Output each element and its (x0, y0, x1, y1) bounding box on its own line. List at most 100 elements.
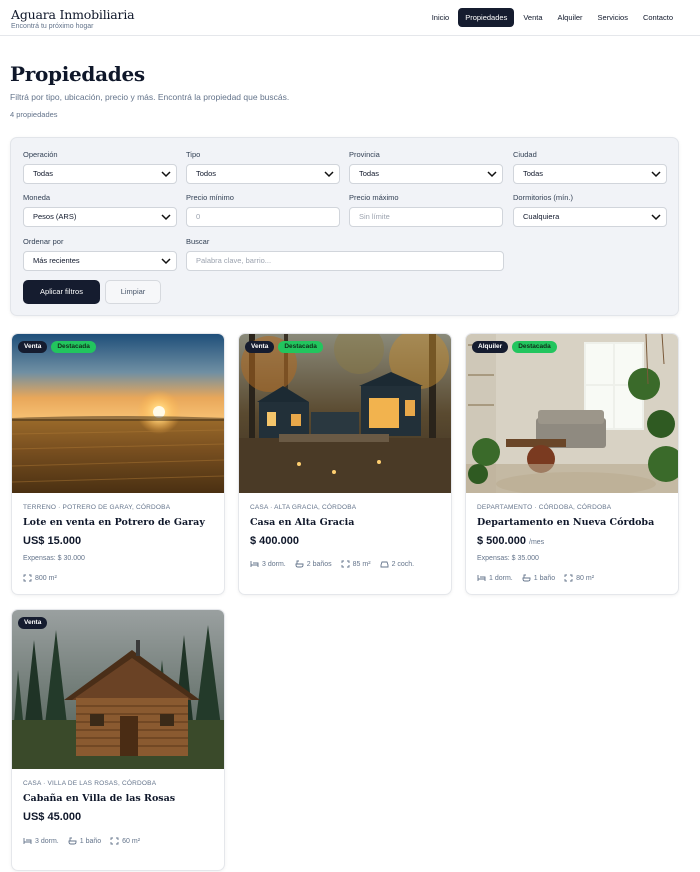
provincia-select[interactable]: Todas (349, 164, 503, 184)
card-title[interactable]: Departamento en Nueva Córdoba (477, 517, 654, 528)
card-price: US$ 15.000 (23, 535, 81, 547)
orden-value: Más recientes (33, 256, 80, 265)
moneda-value: Pesos (ARS) (33, 212, 77, 221)
filter-provincia-label: Provincia (349, 150, 380, 159)
card-specs: 800 m² (23, 574, 57, 582)
area-icon (341, 560, 350, 568)
badges: Alquiler Destacada (472, 341, 557, 353)
filter-precio-max-label: Precio máximo (349, 193, 399, 202)
chevron-down-icon (487, 171, 497, 178)
filter-orden-label: Ordenar por (23, 237, 64, 246)
bed-icon (477, 575, 486, 581)
nav-alquiler[interactable]: Alquiler (552, 8, 589, 27)
search-placeholder: Palabra clave, barrio... (196, 256, 272, 265)
brand[interactable]: Aguara Inmobiliaria Encontrá tu próximo … (11, 7, 135, 30)
garage-value: 2 coch. (391, 560, 415, 568)
moneda-select[interactable]: Pesos (ARS) (23, 207, 177, 227)
area-icon (110, 837, 119, 845)
price-value: $ 500.000 (477, 535, 526, 547)
living-room-photo[interactable] (466, 334, 678, 493)
card-expenses: Expensas: $ 30.000 (23, 555, 85, 562)
brand-name[interactable]: Aguara Inmobiliaria (11, 7, 135, 22)
bathrooms-value: 2 baños (306, 560, 332, 568)
card-location: DEPARTAMENTO · CÓRDOBA, CÓRDOBA (477, 504, 612, 511)
chevron-down-icon (324, 171, 334, 178)
apply-filters-button[interactable]: Aplicar filtros (23, 280, 100, 304)
price-period: /mes (529, 539, 545, 546)
chevron-down-icon (161, 171, 171, 178)
ciudad-select[interactable]: Todas (513, 164, 667, 184)
filter-moneda-label: Moneda (23, 193, 51, 202)
tipo-value: Todos (196, 169, 217, 178)
search-input[interactable]: Palabra clave, barrio... (186, 251, 504, 271)
bed-icon (250, 561, 259, 567)
filter-precio-min-label: Precio mínimo (186, 193, 234, 202)
price-value: $ 400.000 (250, 535, 299, 547)
dormitorios-select[interactable]: Cualquiera (513, 207, 667, 227)
site-header: Aguara Inmobiliaria Encontrá tu próximo … (0, 0, 700, 36)
featured-badge: Destacada (512, 341, 557, 353)
card-location: CASA · ALTA GRACIA, CÓRDOBA (250, 504, 357, 511)
bath-icon (68, 837, 77, 845)
chevron-down-icon (161, 258, 171, 265)
bathrooms-value: 1 baño (533, 574, 556, 582)
nav-propiedades[interactable]: Propiedades (458, 8, 515, 27)
filter-operacion: Operación Todas (23, 150, 177, 184)
card-price: US$ 45.000 (23, 811, 81, 823)
card-specs: 3 dorm. 1 baño 60 m² (23, 837, 140, 845)
bedrooms-value: 1 dorm. (489, 574, 513, 582)
filter-orden: Ordenar por Más recientes (23, 237, 177, 271)
operation-badge: Alquiler (472, 341, 509, 353)
area-value: 800 m² (35, 574, 57, 582)
filter-provincia: Provincia Todas (349, 150, 503, 184)
property-card-cabana-villa-rosas[interactable]: Venta CASA · VILLA DE LAS ROSAS, CÓRDOBA… (11, 609, 225, 871)
filter-precio-max: Precio máximo Sin límite (349, 193, 503, 227)
ciudad-value: Todas (523, 169, 544, 178)
page-subtitle: Filtrá por tipo, ubicación, precio y más… (10, 92, 290, 102)
nav-inicio[interactable]: Inicio (426, 8, 456, 27)
precio-max-input[interactable]: Sin límite (349, 207, 503, 227)
chevron-down-icon (651, 214, 661, 221)
area-value: 60 m² (122, 837, 141, 845)
operation-badge: Venta (18, 341, 48, 353)
filter-moneda: Moneda Pesos (ARS) (23, 193, 177, 227)
bathrooms-value: 1 baño (79, 837, 102, 845)
nav-servicios[interactable]: Servicios (592, 8, 634, 27)
filter-tipo: Tipo Todos (186, 150, 340, 184)
area-icon (23, 574, 32, 582)
filter-dormitorios: Dormitorios (mín.) Cualquiera (513, 193, 667, 227)
bed-icon (23, 838, 32, 844)
brand-tagline: Encontrá tu próximo hogar (11, 23, 94, 30)
card-title[interactable]: Lote en venta en Potrero de Garay (23, 517, 205, 528)
spec-bathrooms: 1 baño (522, 574, 555, 582)
property-card-lote-potrero[interactable]: Venta Destacada TERRENO · POTRERO DE GAR… (11, 333, 225, 595)
nav-venta[interactable]: Venta (517, 8, 548, 27)
filter-tipo-label: Tipo (186, 150, 201, 159)
card-title[interactable]: Cabaña en Villa de las Rosas (23, 793, 175, 804)
spec-area: 80 m² (564, 574, 594, 582)
spec-bedrooms: 3 dorm. (250, 560, 286, 568)
clear-filters-button[interactable]: Limpiar (105, 280, 161, 304)
property-card-casa-alta-gracia[interactable]: Venta Destacada CASA · ALTA GRACIA, CÓRD… (238, 333, 452, 595)
sunset-field-photo[interactable] (12, 334, 224, 493)
badges: Venta Destacada (245, 341, 323, 353)
chevron-down-icon (651, 171, 661, 178)
chevron-down-icon (161, 214, 171, 221)
nav-contacto[interactable]: Contacto (637, 8, 679, 27)
operacion-select[interactable]: Todas (23, 164, 177, 184)
spec-bathrooms: 1 baño (68, 837, 101, 845)
page-title: Propiedades (10, 62, 145, 86)
area-value: 85 m² (352, 560, 371, 568)
badges: Venta (18, 617, 48, 629)
precio-min-input[interactable]: 0 (186, 207, 340, 227)
property-card-depto-nueva-cordoba[interactable]: Alquiler Destacada DEPARTAMENTO · CÓRDOB… (465, 333, 679, 595)
card-title[interactable]: Casa en Alta Gracia (250, 517, 354, 528)
forest-house-photo[interactable] (239, 334, 451, 493)
area-value: 80 m² (576, 574, 595, 582)
tipo-select[interactable]: Todos (186, 164, 340, 184)
orden-select[interactable]: Más recientes (23, 251, 177, 271)
operation-badge: Venta (245, 341, 275, 353)
card-location: CASA · VILLA DE LAS ROSAS, CÓRDOBA (23, 780, 157, 787)
spec-garage: 2 coch. (380, 560, 415, 568)
log-cabin-photo[interactable] (12, 610, 224, 769)
